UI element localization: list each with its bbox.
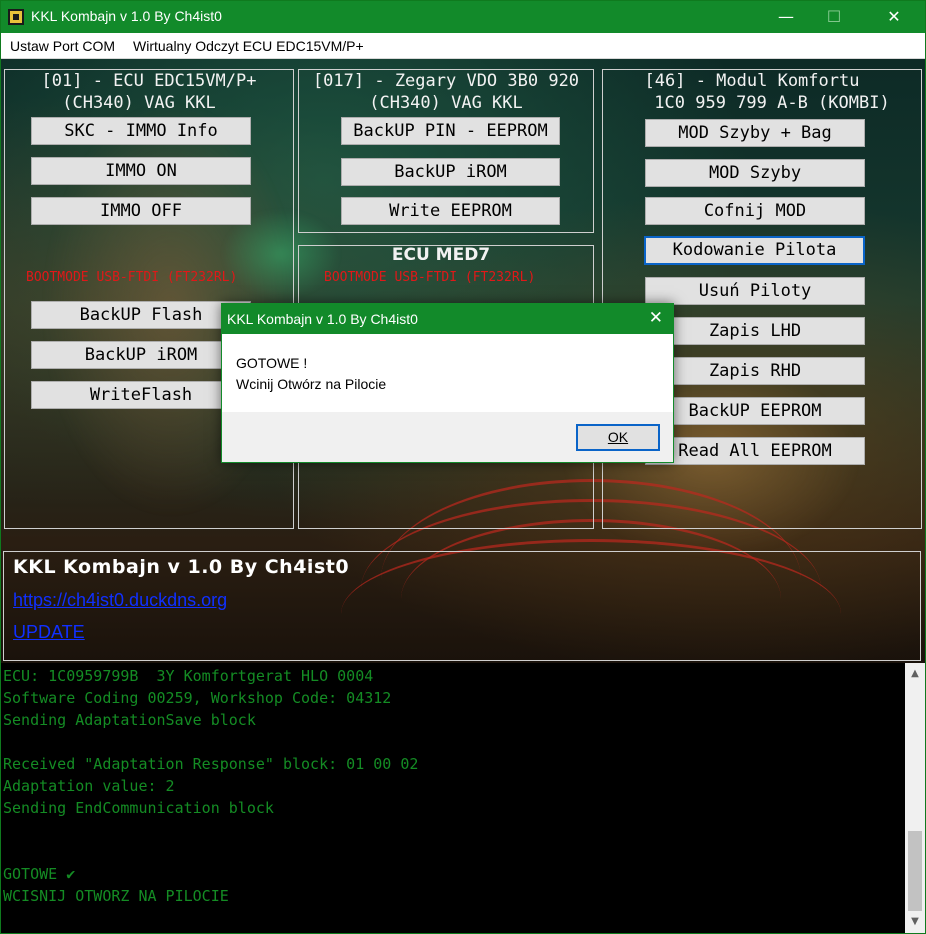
- minimize-button[interactable]: —: [763, 1, 809, 33]
- write-flash-button[interactable]: WriteFlash: [31, 381, 251, 409]
- ecu-panel-title-line2: (CH340) VAG KKL: [62, 93, 216, 113]
- med7-panel-title: ECU MED7: [391, 245, 491, 265]
- ecu-backup-irom-button[interactable]: BackUP iROM: [31, 341, 251, 369]
- console-lines: ECU: 1C0959799B 3Y Komfortgerat HLO 0004…: [3, 665, 899, 907]
- menu-item-port-com[interactable]: Ustaw Port COM: [10, 38, 115, 54]
- update-link[interactable]: UPDATE: [13, 622, 85, 643]
- info-panel: KKL Kombajn v 1.0 By Ch4ist0 https://ch4…: [3, 551, 921, 661]
- title-bar[interactable]: KKL Kombajn v 1.0 By Ch4ist0 — ☐ ✕: [1, 1, 925, 33]
- backup-pin-eeprom-button[interactable]: BackUP PIN - EEPROM: [341, 117, 560, 145]
- website-link[interactable]: https://ch4ist0.duckdns.org: [13, 590, 227, 611]
- window-title: KKL Kombajn v 1.0 By Ch4ist0: [31, 8, 222, 24]
- comfort-backup-eeprom-button[interactable]: BackUP EEPROM: [645, 397, 865, 425]
- dialog-body: GOTOWE ! Wcinij Otwórz na Pilocie: [222, 334, 673, 412]
- read-all-eeprom-button[interactable]: Read All EEPROM: [645, 437, 865, 465]
- console-line: Adaptation value: 2: [3, 777, 175, 795]
- zapis-rhd-button[interactable]: Zapis RHD: [645, 357, 865, 385]
- console-line: GOTOWE ✔: [3, 865, 76, 883]
- ok-button[interactable]: OK: [576, 424, 660, 451]
- cluster-backup-irom-button[interactable]: BackUP iROM: [341, 158, 560, 186]
- console-line: Sending EndCommunication block: [3, 799, 274, 817]
- console-line: Software Coding 00259, Workshop Code: 04…: [3, 689, 392, 707]
- ecu-panel-title-line1: [01] - ECU EDC15VM/P+: [41, 71, 257, 91]
- menu-bar: Ustaw Port COM Wirtualny Odczyt ECU EDC1…: [1, 33, 925, 59]
- console-line: WCISNIJ OTWORZ NA PILOCIE: [3, 887, 229, 905]
- console-line: Received "Adaptation Response" block: 01…: [3, 755, 419, 773]
- comfort-panel-title-line1: [46] - Modul Komfortu: [644, 71, 860, 91]
- mod-szyby-button[interactable]: MOD Szyby: [645, 159, 865, 187]
- console-scrollbar[interactable]: ▲ ▼: [905, 663, 925, 933]
- scroll-up-arrow-icon[interactable]: ▲: [905, 665, 925, 683]
- close-button[interactable]: ✕: [871, 1, 917, 33]
- mod-szyby-bag-button[interactable]: MOD Szyby + Bag: [645, 119, 865, 147]
- write-eeprom-button[interactable]: Write EEPROM: [341, 197, 560, 225]
- dialog-title-bar[interactable]: KKL Kombajn v 1.0 By Ch4ist0 ✕: [222, 304, 673, 334]
- backup-flash-button[interactable]: BackUP Flash: [31, 301, 251, 329]
- scroll-down-arrow-icon[interactable]: ▼: [905, 913, 925, 931]
- cofnij-mod-button[interactable]: Cofnij MOD: [645, 197, 865, 225]
- dialog-message-line2: Wcinij Otwórz na Pilocie: [236, 376, 387, 392]
- skc-immo-info-button[interactable]: SKC - IMMO Info: [31, 117, 251, 145]
- message-dialog: KKL Kombajn v 1.0 By Ch4ist0 ✕ GOTOWE ! …: [221, 303, 674, 463]
- console-line: Sending AdaptationSave block: [3, 711, 256, 729]
- app-window: KKL Kombajn v 1.0 By Ch4ist0 — ☐ ✕ Ustaw…: [0, 0, 926, 934]
- scrollbar-thumb[interactable]: [908, 831, 922, 911]
- ecu-bootmode-label: BOOTMODE USB-FTDI (FT232RL): [26, 270, 238, 285]
- dialog-title: KKL Kombajn v 1.0 By Ch4ist0: [227, 311, 418, 327]
- usun-piloty-button[interactable]: Usuń Piloty: [645, 277, 865, 305]
- immo-on-button[interactable]: IMMO ON: [31, 157, 251, 185]
- dialog-close-button[interactable]: ✕: [649, 308, 663, 328]
- dialog-message-line1: GOTOWE !: [236, 355, 308, 371]
- brand-title: KKL Kombajn v 1.0 By Ch4ist0: [13, 556, 350, 578]
- chip-app-icon: [8, 9, 24, 25]
- zapis-lhd-button[interactable]: Zapis LHD: [645, 317, 865, 345]
- cluster-panel-title-line2: (CH340) VAG KKL: [369, 93, 523, 113]
- menu-item-virtual-read[interactable]: Wirtualny Odczyt ECU EDC15VM/P+: [133, 38, 364, 54]
- immo-off-button[interactable]: IMMO OFF: [31, 197, 251, 225]
- med7-bootmode-label: BOOTMODE USB-FTDI (FT232RL): [324, 270, 536, 285]
- maximize-button[interactable]: ☐: [811, 1, 857, 33]
- console-line: ECU: 1C0959799B 3Y Komfortgerat HLO 0004: [3, 667, 374, 685]
- log-console[interactable]: ECU: 1C0959799B 3Y Komfortgerat HLO 0004…: [1, 663, 925, 933]
- kodowanie-pilota-button[interactable]: Kodowanie Pilota: [644, 236, 865, 265]
- cluster-panel-title-line1: [017] - Zegary VDO 3B0 920: [312, 71, 580, 91]
- comfort-panel-title-line2: 1C0 959 799 A-B (KOMBI): [654, 93, 890, 113]
